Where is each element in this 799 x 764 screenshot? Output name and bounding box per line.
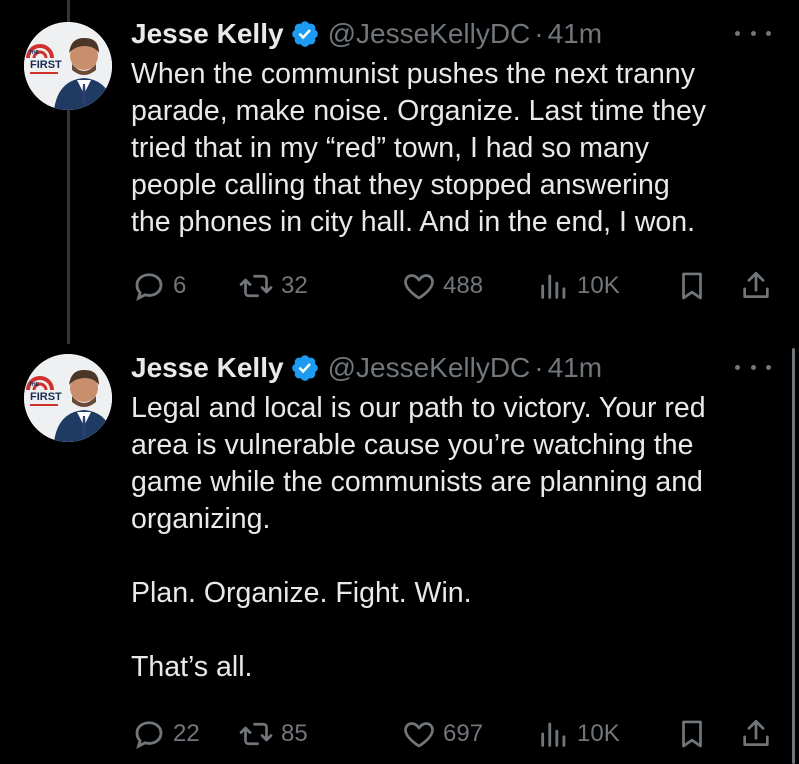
share-button[interactable] xyxy=(739,714,773,754)
share-button[interactable] xyxy=(739,266,773,306)
author-name[interactable]: Jesse Kelly xyxy=(131,352,284,384)
separator-dot: · xyxy=(534,18,544,49)
like-count: 488 xyxy=(443,272,484,299)
views-count: 10K xyxy=(577,272,620,299)
repost-button[interactable]: 85 xyxy=(237,714,308,754)
repost-icon xyxy=(237,268,275,304)
bookmark-button[interactable] xyxy=(675,266,709,306)
reply-icon xyxy=(131,268,167,304)
timestamp[interactable]: 41m xyxy=(548,18,602,50)
repost-count: 85 xyxy=(281,720,308,747)
bookmark-button[interactable] xyxy=(675,714,709,754)
more-icon[interactable] xyxy=(735,352,771,382)
avatar[interactable]: THE FIRST xyxy=(24,354,112,442)
author-name[interactable]: Jesse Kelly xyxy=(131,18,284,50)
like-count: 697 xyxy=(443,720,484,747)
views-icon xyxy=(537,268,571,304)
tweet[interactable]: THE FIRST Jesse Kelly @JesseKellyDC · 41… xyxy=(0,0,799,340)
share-icon xyxy=(739,716,773,752)
tweet-text: Legal and local is our path to victory. … xyxy=(131,392,706,683)
tweet-header: Jesse Kelly @JesseKellyDC · 41m xyxy=(131,348,779,388)
avatar[interactable]: THE FIRST xyxy=(24,22,112,110)
svg-text:THE: THE xyxy=(29,50,40,56)
svg-text:FIRST: FIRST xyxy=(30,391,62,403)
verified-icon[interactable] xyxy=(290,19,320,49)
svg-text:THE: THE xyxy=(29,382,40,388)
verified-icon[interactable] xyxy=(290,353,320,383)
bookmark-icon xyxy=(675,268,709,304)
tweet-content: Jesse Kelly @JesseKellyDC · 41m Legal an… xyxy=(131,348,779,686)
reply-button[interactable]: 6 xyxy=(131,266,186,306)
svg-text:FIRST: FIRST xyxy=(30,59,62,71)
like-button[interactable]: 697 xyxy=(401,714,483,754)
bookmark-icon xyxy=(675,716,709,752)
repost-count: 32 xyxy=(281,272,308,299)
views-button[interactable]: 10K xyxy=(537,266,620,306)
views-icon xyxy=(537,716,571,752)
tweet-text: When the communist pushes the next trann… xyxy=(131,58,707,238)
tweet[interactable]: THE FIRST Jesse Kelly @JesseKellyDC · 41… xyxy=(0,340,799,764)
share-icon xyxy=(739,268,773,304)
timestamp[interactable]: 41m xyxy=(548,352,602,384)
separator-dot: · xyxy=(534,352,544,383)
author-handle[interactable]: @JesseKellyDC xyxy=(328,18,531,50)
reply-count: 6 xyxy=(173,272,187,299)
like-button[interactable]: 488 xyxy=(401,266,483,306)
views-count: 10K xyxy=(577,720,620,747)
like-icon xyxy=(401,716,437,752)
reply-count: 22 xyxy=(173,720,200,747)
repost-button[interactable]: 32 xyxy=(237,266,308,306)
author-handle[interactable]: @JesseKellyDC xyxy=(328,352,531,384)
tweet-actions: 22 85 697 10K xyxy=(131,714,779,754)
tweet-content: Jesse Kelly @JesseKellyDC · 41m When the… xyxy=(131,14,779,241)
more-icon[interactable] xyxy=(735,18,771,48)
tweet-actions: 6 32 488 10K xyxy=(131,266,779,306)
views-button[interactable]: 10K xyxy=(537,714,620,754)
like-icon xyxy=(401,268,437,304)
reply-icon xyxy=(131,716,167,752)
repost-icon xyxy=(237,716,275,752)
reply-button[interactable]: 22 xyxy=(131,714,200,754)
tweet-header: Jesse Kelly @JesseKellyDC · 41m xyxy=(131,14,779,54)
